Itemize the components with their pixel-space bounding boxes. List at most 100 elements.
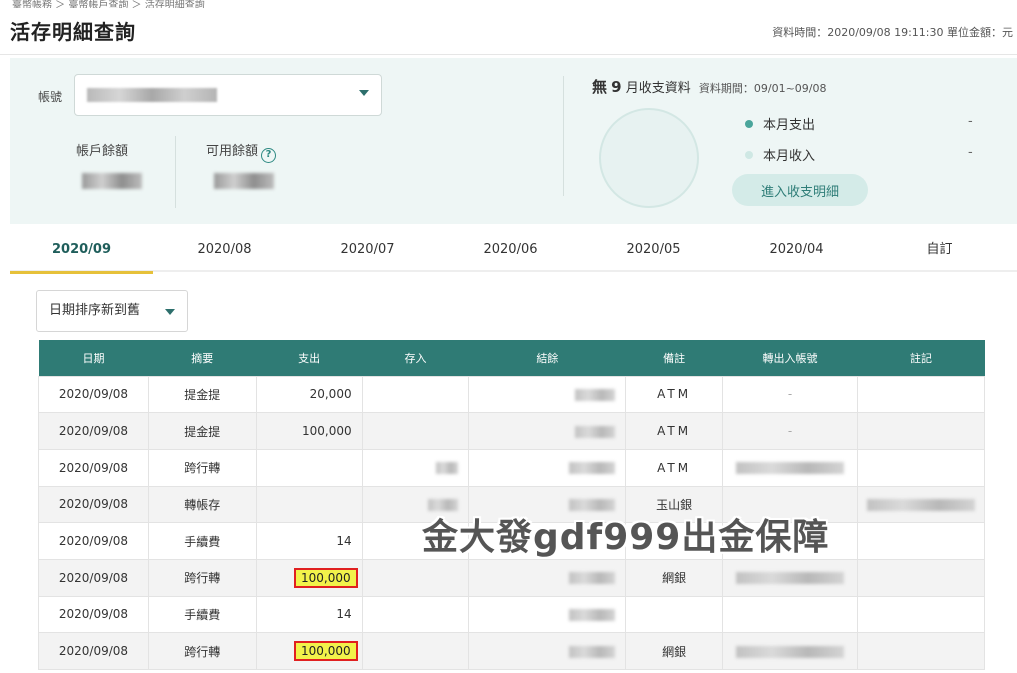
tab-2020-09[interactable]: 2020/09	[10, 228, 153, 274]
table-row: 2020/09/08 提金提 20,000 ATM -	[38, 375, 985, 414]
header-remark: 註記	[857, 340, 985, 376]
tab-2020-05[interactable]: 2020/05	[582, 228, 725, 272]
data-timestamp: 資料時間：2020/09/08 19:11:30 單位金額：元	[772, 26, 1013, 39]
cell-transfer-account: -	[722, 412, 858, 450]
cell-remark	[857, 595, 985, 634]
cell-withdrawal	[255, 485, 363, 524]
cell-note: ATM	[625, 448, 724, 487]
cell-balance	[468, 375, 627, 414]
cell-note: ATM	[625, 375, 724, 414]
tab-custom[interactable]: 自訂	[868, 228, 1011, 272]
cell-balance	[468, 412, 627, 450]
tab-2020-07[interactable]: 2020/07	[296, 228, 439, 272]
cell-date: 2020/09/08	[38, 412, 149, 450]
header-balance: 結餘	[468, 340, 626, 376]
table-row: 2020/09/08 跨行轉 100,000 網銀	[38, 558, 985, 597]
cell-date: 2020/09/08	[38, 375, 149, 414]
expense-legend-dot	[745, 120, 753, 128]
view-details-button[interactable]: 進入收支明細	[732, 174, 868, 206]
cell-remark	[857, 412, 985, 450]
expense-value: -	[968, 114, 973, 129]
cell-date: 2020/09/08	[38, 558, 149, 597]
table-row: 2020/09/08 手續費 14	[38, 595, 985, 634]
cell-deposit	[361, 412, 470, 450]
income-legend-dot	[745, 151, 753, 159]
cell-remark	[857, 375, 985, 414]
account-summary-panel: 帳號 帳戶餘額 可用餘額? 無 9 月收支資料 資料期間：09/01~09/08…	[10, 58, 1017, 224]
table-row: 2020/09/08 提金提 100,000 ATM -	[38, 412, 985, 450]
table-row: 2020/09/08 跨行轉 100,000 網銀	[38, 632, 985, 670]
cell-note: 網銀	[625, 558, 724, 597]
month-tabs: 2020/09 2020/08 2020/07 2020/06 2020/05 …	[10, 228, 1017, 274]
cell-withdrawal: 100,000	[255, 632, 363, 670]
cell-balance	[468, 632, 627, 670]
section-divider	[563, 76, 564, 196]
income-value: -	[968, 145, 973, 160]
question-circle-icon[interactable]: ?	[261, 148, 277, 163]
cell-transfer-account: -	[722, 375, 858, 414]
cell-summary: 提金提	[147, 412, 257, 450]
account-label: 帳號	[38, 90, 63, 104]
cell-withdrawal	[255, 448, 363, 487]
tab-2020-06[interactable]: 2020/06	[439, 228, 582, 272]
legend-income: 本月收入	[745, 145, 815, 164]
masked-available-value	[214, 173, 274, 189]
cell-transfer-account	[722, 595, 858, 634]
cell-summary: 手續費	[147, 595, 257, 634]
sort-order-label: 日期排序新到舊	[49, 303, 141, 318]
cell-date: 2020/09/08	[38, 595, 149, 634]
balance-divider	[175, 136, 176, 208]
transaction-table: 日期 摘要 支出 存入 結餘 備註 轉出入帳號 註記 2020/09/08 提金…	[38, 340, 985, 670]
tab-2020-08[interactable]: 2020/08	[153, 228, 296, 272]
cell-remark	[857, 485, 985, 524]
cell-summary: 轉帳存	[147, 485, 257, 524]
header-date[interactable]: 日期	[38, 340, 149, 376]
income-expense-donut-chart	[599, 108, 699, 208]
cell-balance	[468, 595, 627, 634]
cell-deposit	[361, 448, 470, 487]
page-title: 活存明細查詢	[10, 20, 136, 44]
masked-account-number	[87, 88, 217, 102]
cell-withdrawal: 14	[255, 595, 363, 634]
cell-note: ATM	[625, 412, 724, 450]
highlighted-amount: 100,000	[293, 567, 358, 588]
cell-remark	[857, 632, 985, 670]
table-header-row: 日期 摘要 支出 存入 結餘 備註 轉出入帳號 註記	[38, 340, 985, 376]
cell-date: 2020/09/08	[38, 448, 149, 487]
cell-summary: 手續費	[147, 522, 257, 560]
cell-date: 2020/09/08	[38, 485, 149, 524]
header-note: 備註	[625, 340, 723, 376]
sort-order-select[interactable]: 日期排序新到舊	[36, 290, 188, 332]
table-row: 2020/09/08 跨行轉 ATM	[38, 448, 985, 487]
cell-balance	[468, 448, 627, 487]
cell-withdrawal: 100,000	[255, 558, 363, 597]
monthly-stat-title: 無 9 月收支資料 資料期間：09/01~09/08	[592, 78, 827, 96]
cell-summary: 提金提	[147, 375, 257, 414]
tab-2020-04[interactable]: 2020/04	[725, 228, 868, 272]
cell-withdrawal: 14	[255, 522, 363, 560]
header-transfer-account: 轉出入帳號	[722, 340, 858, 376]
breadcrumb[interactable]: 臺幣帳務 ＞ 臺幣帳戶查詢 ＞ 活存明細查詢	[12, 0, 205, 8]
masked-balance-value	[82, 173, 142, 189]
cell-deposit	[361, 632, 470, 670]
cell-remark	[857, 448, 985, 487]
cell-summary: 跨行轉	[147, 448, 257, 487]
header-withdrawal: 支出	[256, 340, 363, 376]
cell-transfer-account	[722, 558, 858, 597]
cell-transfer-account	[722, 448, 858, 487]
header-deposit: 存入	[362, 340, 469, 376]
cell-summary: 跨行轉	[147, 558, 257, 597]
cell-deposit	[361, 375, 470, 414]
account-select[interactable]	[74, 74, 382, 116]
chevron-down-icon	[165, 309, 175, 315]
header-summary: 摘要	[148, 340, 257, 376]
highlighted-amount: 100,000	[293, 641, 358, 662]
cell-withdrawal: 100,000	[255, 412, 363, 450]
cell-deposit	[361, 595, 470, 634]
cell-remark	[857, 522, 985, 560]
cell-date: 2020/09/08	[38, 522, 149, 560]
legend-expense: 本月支出	[745, 114, 815, 133]
cell-remark	[857, 558, 985, 597]
balance-label: 帳戶餘額	[76, 144, 129, 159]
chevron-down-icon	[359, 90, 369, 96]
